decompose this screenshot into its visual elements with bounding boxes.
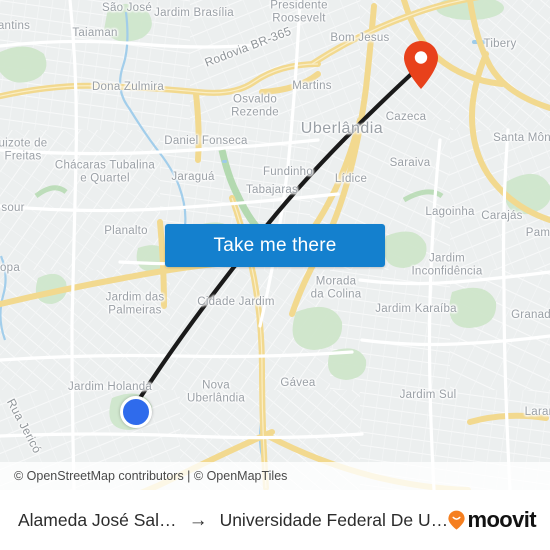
arrow-right-icon: → bbox=[188, 509, 208, 531]
map-attribution: © OpenStreetMap contributors | © OpenMap… bbox=[0, 462, 550, 490]
moovit-logo[interactable]: moovit bbox=[448, 507, 537, 533]
moovit-pin-icon bbox=[448, 510, 466, 530]
destination-pin-marker[interactable] bbox=[402, 40, 440, 90]
moovit-trip-share-card: antins São José Jardim Brasília Presidente … bbox=[0, 0, 550, 550]
footer-bar: Alameda José Sal… → Universidade Federal… bbox=[0, 490, 550, 550]
attribution-text: © OpenStreetMap contributors | © OpenMap… bbox=[14, 469, 288, 483]
origin-dot-marker[interactable] bbox=[120, 396, 152, 428]
trip-summary: Alameda José Sal… → Universidade Federal… bbox=[18, 510, 448, 531]
moovit-wordmark: moovit bbox=[467, 507, 536, 532]
trip-origin-label: Alameda José Sal… bbox=[18, 509, 177, 530]
trip-destination-label: Universidade Federal De Uber… bbox=[219, 509, 449, 530]
take-me-there-button[interactable]: Take me there bbox=[165, 224, 385, 267]
